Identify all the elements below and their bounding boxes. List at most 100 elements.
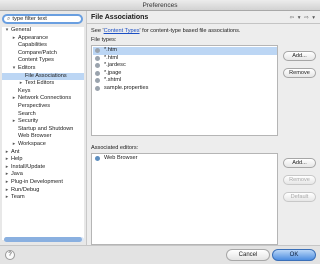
tree-node[interactable]: ▸ Appearance [2,35,84,43]
collapsed-twisty-icon[interactable]: ▸ [4,149,10,157]
tree-node-label: Network Connections [18,95,72,102]
associated-editors-label: Associated editors: [91,145,139,151]
add-editor-button[interactable]: Add... [283,158,316,168]
browser-icon [95,156,100,161]
tree-node-label: Plug-in Development [11,179,63,185]
tree-node[interactable]: ▸ Workspace [2,141,84,149]
tree-node[interactable]: ▾ Editors [2,65,84,73]
page-description: See 'Content Types' for content-type bas… [91,28,241,34]
file-icon [95,70,100,76]
preference-page: File Associations ⇦ ▾ ⇨ ▾ See 'Content T… [86,11,320,245]
expanded-twisty-icon[interactable]: ▾ [4,27,10,35]
file-icon [95,63,100,69]
file-type-label: *.html [104,54,119,61]
tree-node-label: Help [11,156,23,163]
default-editor-button[interactable]: Default [283,192,316,202]
preference-tree[interactable]: ▾ General ▸ Appearance Capabilities Compare/P… [2,27,84,240]
divider [87,23,320,24]
file-icon [95,86,100,91]
dialog-footer: ? Cancel OK [0,245,320,264]
tree-node-label: Java [11,171,23,178]
tree-node[interactable]: Startup and Shutdown [2,126,84,134]
tree-node[interactable]: File Associations [2,72,84,81]
tree-node-label: Search [18,110,36,117]
expanded-twisty-icon[interactable]: ▾ [11,65,17,73]
collapsed-twisty-icon[interactable]: ▸ [4,194,10,202]
history-nav-arrows[interactable]: ⇦ ▾ ⇨ ▾ [290,15,316,21]
tree-node[interactable]: Search [2,111,84,119]
collapsed-twisty-icon[interactable]: ▸ [4,164,10,172]
tree-node[interactable]: Perspectives [2,103,84,111]
collapsed-twisty-icon[interactable]: ▸ [11,118,17,126]
tree-node-label: General [11,27,31,33]
tree-node[interactable]: ▾ General [2,27,84,35]
tree-node[interactable]: Content Types [2,57,84,65]
file-icon [95,78,100,84]
tree-node-label: File Associations [25,72,67,79]
tree-node-label: Ant [11,148,20,155]
content-types-link[interactable]: Content Types [104,28,140,34]
window-title: Preferences [0,0,320,11]
tree-node[interactable]: ▸ Ant [2,149,84,157]
collapsed-twisty-icon[interactable]: ▸ [4,179,10,187]
associated-editors-list[interactable]: Web Browser [91,153,278,245]
remove-editor-button[interactable]: Remove [283,175,316,185]
scrollbar-thumb[interactable] [4,237,82,242]
filter-input[interactable]: ⌕ type filter text [2,14,83,24]
file-type-label: *.shtml [104,77,122,84]
tree-node-label: Workspace [18,141,46,147]
tree-node[interactable]: ▸ Plug-in Development [2,179,84,187]
collapsed-twisty-icon[interactable]: ▸ [11,95,17,103]
collapsed-twisty-icon[interactable]: ▸ [18,80,24,88]
file-type-label: *.jardesc [104,62,126,69]
file-type-item[interactable]: sample.properties [93,85,277,93]
tree-node[interactable]: ▸ Java [2,171,84,179]
tree-node[interactable]: ▸ Security [2,118,84,126]
remove-file-type-button[interactable]: Remove [283,68,316,78]
tree-node-label: Capabilities [18,42,47,49]
tree-node-label: Perspectives [18,103,51,109]
file-icon [95,55,100,61]
tree-node[interactable]: Web Browser [2,133,84,141]
help-icon[interactable]: ? [5,250,15,260]
filter-input-text: type filter text [12,16,47,22]
tree-horizontal-scrollbar[interactable] [4,237,84,242]
ok-button[interactable]: OK [272,249,316,261]
tree-node-label: Team [11,194,25,201]
collapsed-twisty-icon[interactable]: ▸ [11,35,17,43]
collapsed-twisty-icon[interactable]: ▸ [11,141,17,149]
tree-node-label: Compare/Patch [18,49,57,56]
tree-node[interactable]: Capabilities [2,42,84,50]
file-types-label: File types: [91,37,117,43]
collapsed-twisty-icon[interactable]: ▸ [4,187,10,195]
file-type-item[interactable]: *.htm [93,47,277,55]
tree-node-label: Run/Debug [11,186,40,193]
tree-node-label: Startup and Shutdown [18,125,74,132]
add-file-type-button[interactable]: Add... [283,51,316,61]
collapsed-twisty-icon[interactable]: ▸ [4,171,10,179]
file-type-item[interactable]: *.jpage [93,70,277,78]
tree-node-label: Keys [18,87,31,94]
search-icon: ⌕ [7,16,11,22]
collapsed-twisty-icon[interactable]: ▸ [4,156,10,164]
tree-node-label: Content Types [18,57,54,64]
file-types-list[interactable]: *.htm *.html *.jardesc *.jpage *.shtml sample… [91,45,278,136]
tree-node[interactable]: ▸ Run/Debug [2,187,84,195]
editor-item[interactable]: Web Browser [93,155,277,163]
file-icon [95,48,100,53]
file-type-item[interactable]: *.jardesc [93,62,277,70]
file-type-item[interactable]: *.html [93,55,277,63]
tree-node-label: Install/Update [11,163,46,170]
tree-node[interactable]: ▸ Install/Update [2,164,84,172]
tree-node[interactable]: ▸ Text Editors [2,80,84,88]
tree-node[interactable]: ▸ Team [2,194,84,202]
tree-node[interactable]: Keys [2,88,84,96]
page-title: File Associations [91,14,149,21]
tree-node[interactable]: ▸ Network Connections [2,95,84,103]
cancel-button[interactable]: Cancel [226,249,270,261]
file-type-item[interactable]: *.shtml [93,77,277,85]
tree-node-label: Appearance [18,34,49,41]
tree-node[interactable]: Compare/Patch [2,50,84,58]
file-type-label: *.htm [104,47,118,53]
tree-node[interactable]: ▸ Help [2,156,84,164]
